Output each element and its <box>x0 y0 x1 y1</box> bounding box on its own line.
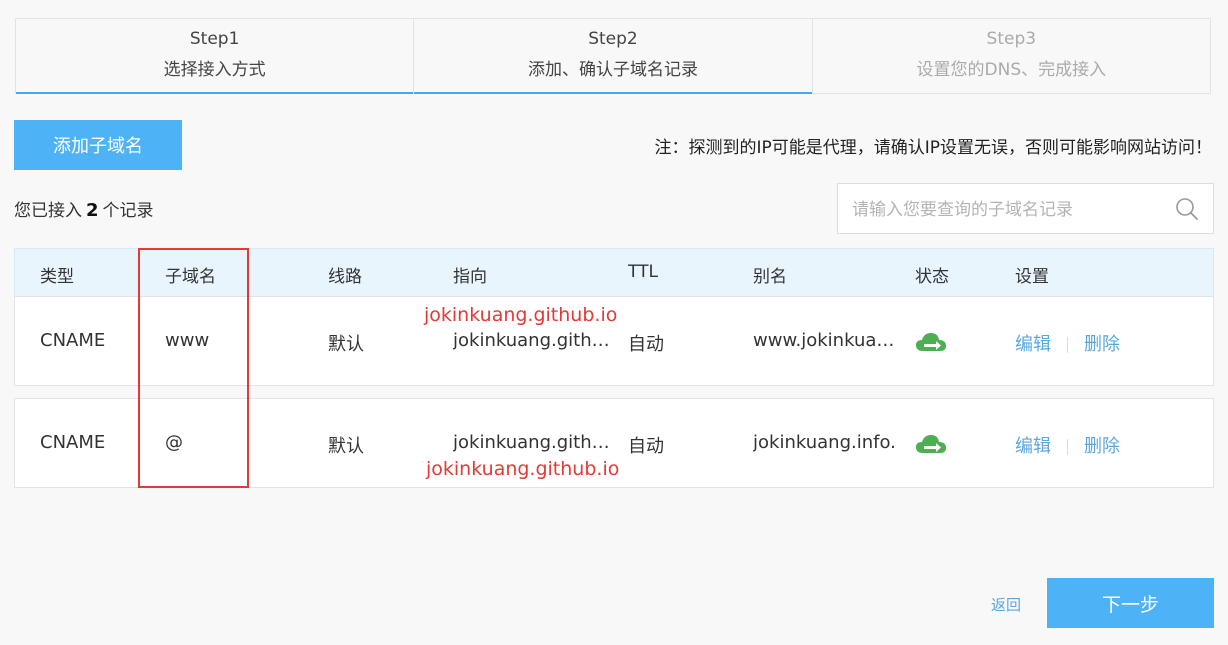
notice-text: 注：探测到的IP可能是代理，请确认IP设置无误，否则可能影响网站访问！ <box>654 138 1212 158</box>
count-value: 2 <box>86 200 99 221</box>
record-point: jokinkuang.github.io <box>453 432 613 453</box>
step-title: Step3 <box>986 29 1037 49</box>
header-ttl: TTL <box>628 262 658 282</box>
step-3: Step3 设置您的DNS、完成接入 <box>813 19 1210 93</box>
step-1: Step1 选择接入方式 <box>16 19 415 94</box>
divider <box>1067 337 1068 353</box>
record-line: 默认 <box>328 436 364 457</box>
header-status: 状态 <box>915 267 949 287</box>
delete-link[interactable]: 删除 <box>1084 436 1120 457</box>
next-step-button[interactable]: 下一步 <box>1047 578 1214 628</box>
step-desc: 设置您的DNS、完成接入 <box>916 60 1107 80</box>
edit-link[interactable]: 编辑 <box>1015 334 1051 355</box>
step-2: Step2 添加、确认子域名记录 <box>414 19 813 94</box>
step-desc: 选择接入方式 <box>163 60 266 80</box>
row-actions: 编辑 删除 <box>1015 330 1120 356</box>
record-type: CNAME <box>40 432 106 453</box>
back-link[interactable]: 返回 <box>991 594 1021 615</box>
search-input[interactable] <box>850 197 1164 223</box>
header-settings: 设置 <box>1015 267 1049 287</box>
step-title: Step1 <box>189 29 240 49</box>
step-title: Step2 <box>588 29 638 49</box>
search-icon[interactable] <box>1175 197 1199 225</box>
header-line: 线路 <box>328 267 362 287</box>
divider <box>1067 439 1068 455</box>
record-type: CNAME <box>40 330 106 351</box>
delete-link[interactable]: 删除 <box>1084 334 1120 355</box>
step-desc: 添加、确认子域名记录 <box>527 60 698 80</box>
cloud-arrow-icon[interactable] <box>915 433 947 460</box>
annotation-note: jokinkuang.github.io <box>426 458 620 480</box>
record-count: 您已接入 2 个记录 <box>14 196 154 221</box>
add-subdomain-button[interactable]: 添加子域名 <box>14 120 182 170</box>
count-prefix: 您已接入 <box>14 201 82 221</box>
header-point: 指向 <box>453 267 487 287</box>
search-box <box>837 183 1214 234</box>
cloud-arrow-icon[interactable] <box>915 331 947 358</box>
record-line: 默认 <box>328 334 364 355</box>
header-type: 类型 <box>40 267 74 287</box>
record-alias: www.jokinkuang.info <box>753 330 903 351</box>
count-suffix: 个记录 <box>102 201 154 221</box>
record-point: jokinkuang.github.io <box>453 330 613 351</box>
record-ttl: 自动 <box>628 436 664 457</box>
step-indicator: Step1 选择接入方式 Step2 添加、确认子域名记录 Step3 设置您的… <box>15 18 1211 94</box>
header-alias: 别名 <box>753 267 787 287</box>
annotation-note: jokinkuang.github.io <box>424 304 618 326</box>
row-actions: 编辑 删除 <box>1015 432 1120 458</box>
record-ttl: 自动 <box>628 334 664 355</box>
annotation-highlight-box <box>138 248 249 488</box>
edit-link[interactable]: 编辑 <box>1015 436 1051 457</box>
record-alias: jokinkuang.info. <box>753 432 896 453</box>
